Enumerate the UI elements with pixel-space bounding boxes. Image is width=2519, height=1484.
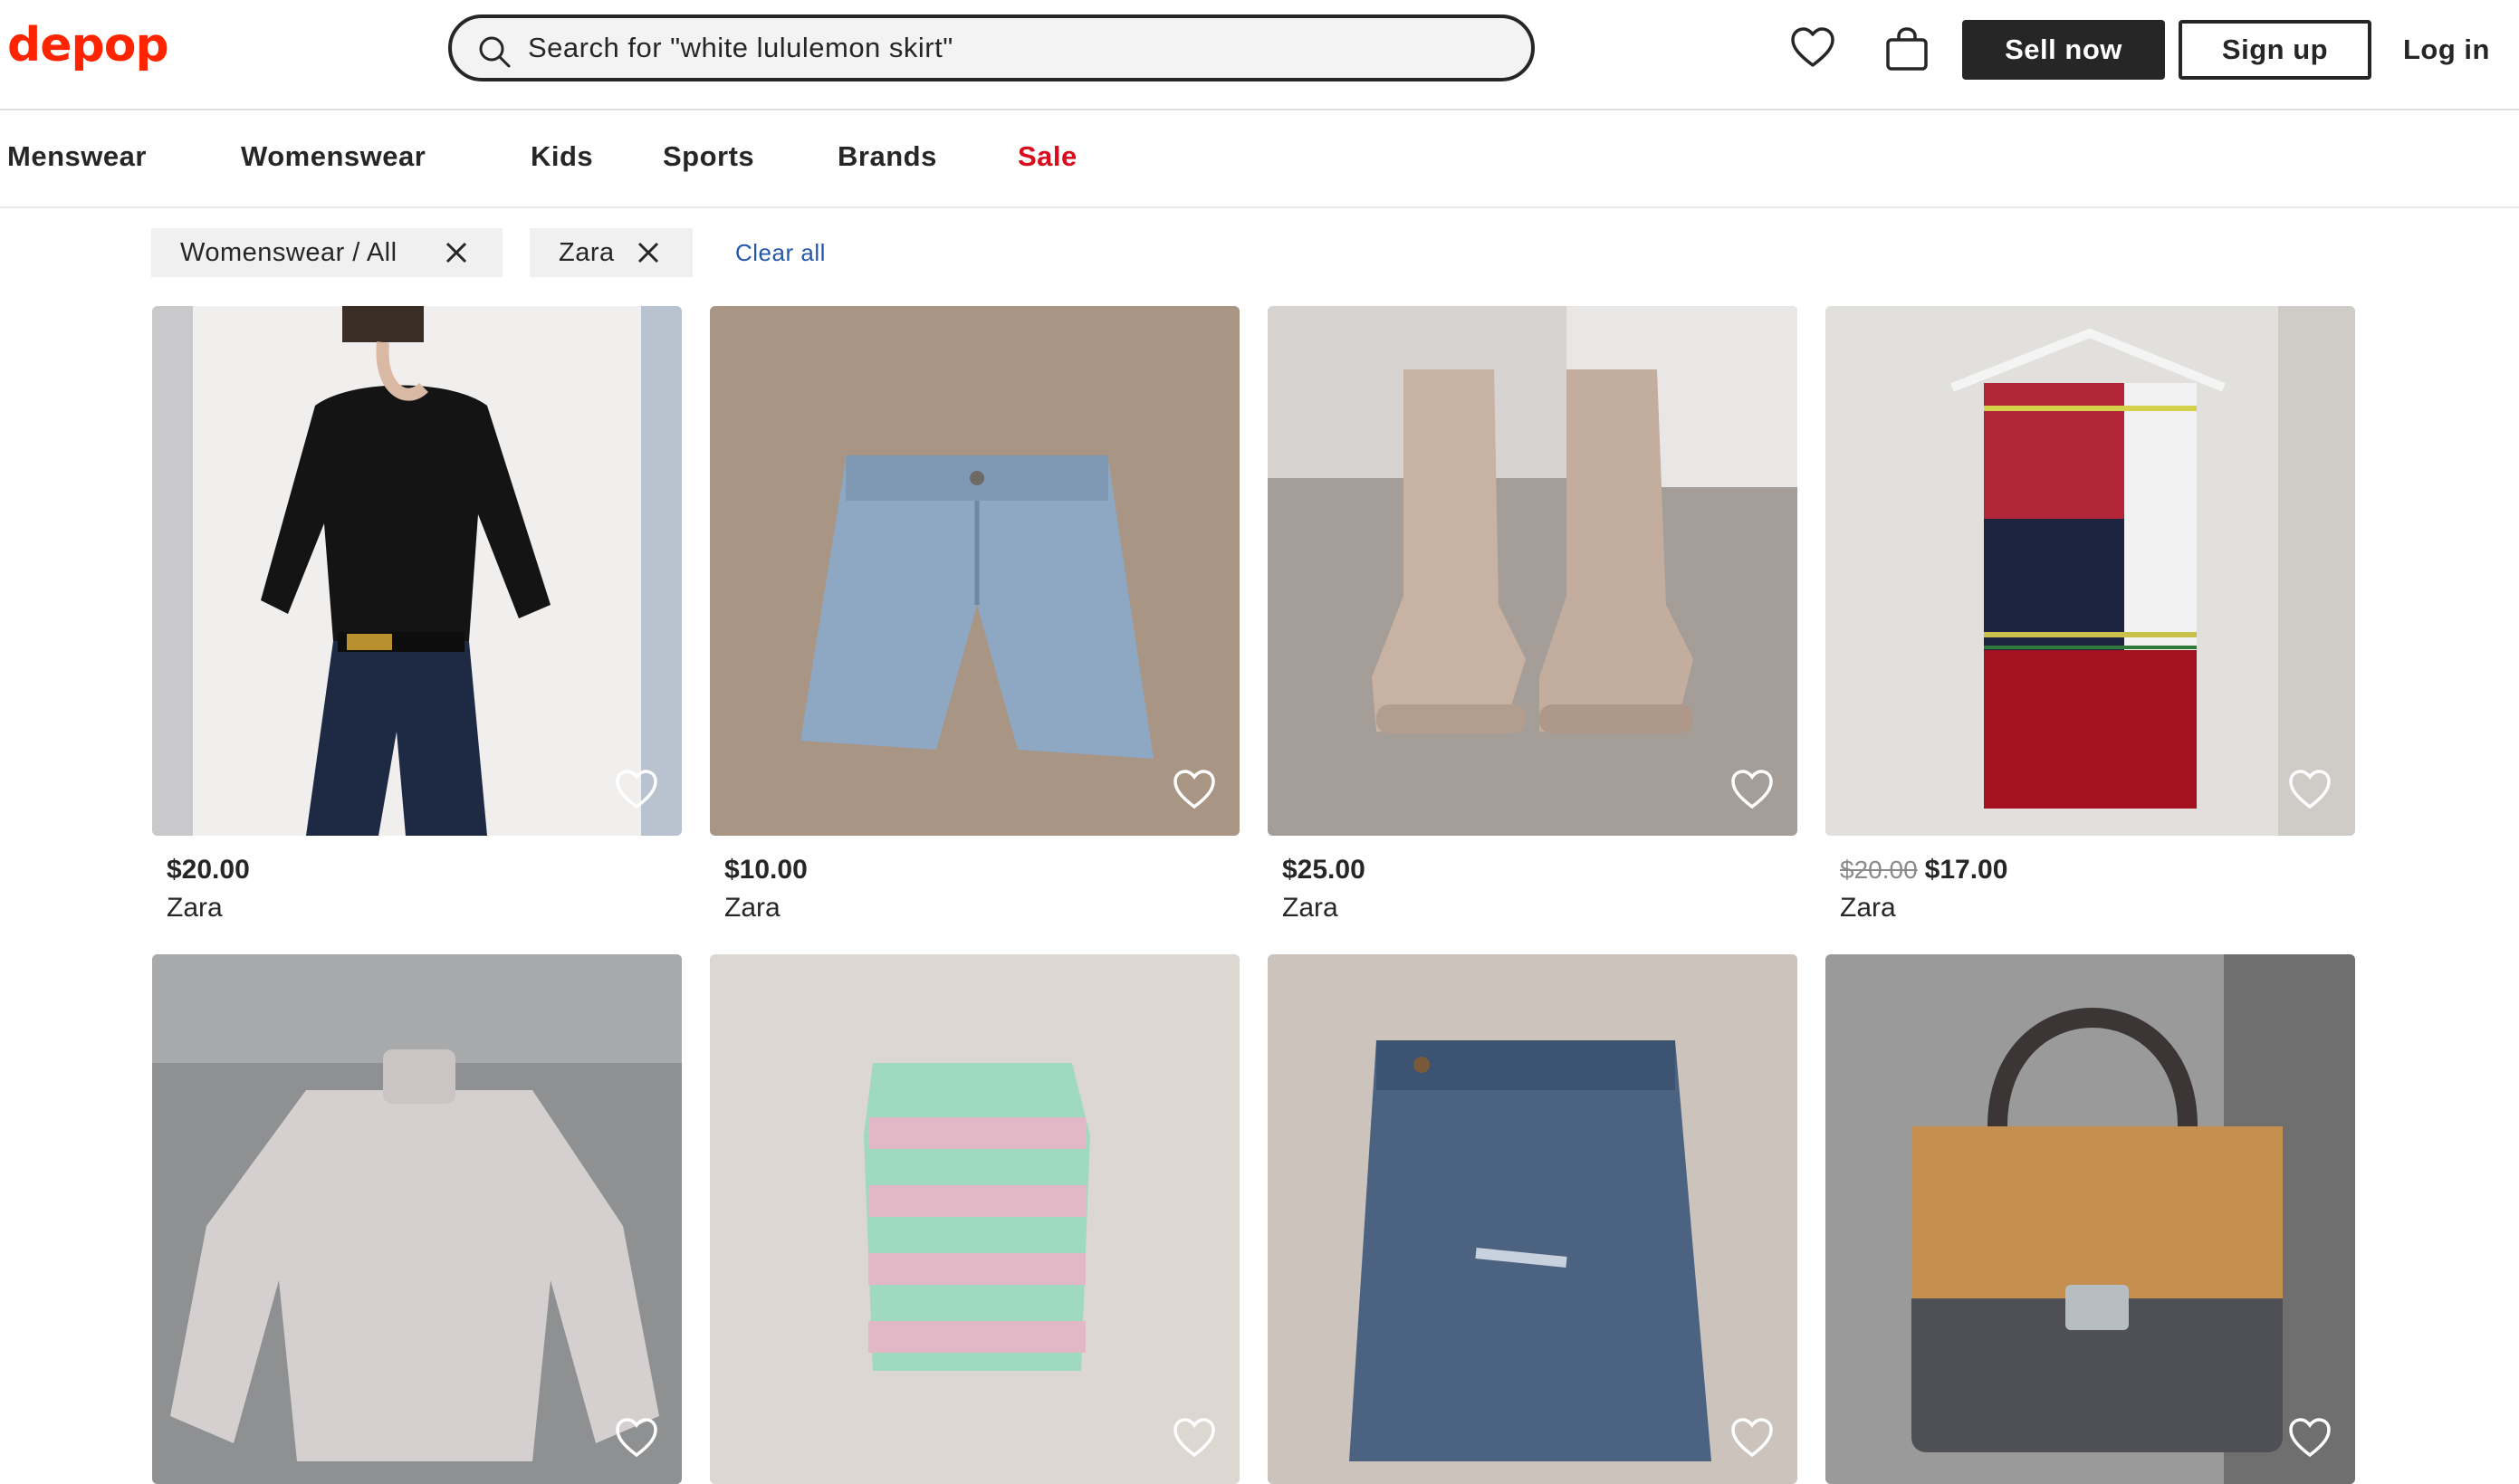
sale-price: $17.00 xyxy=(1924,855,2008,885)
close-icon[interactable] xyxy=(443,239,470,266)
clear-all-link[interactable]: Clear all xyxy=(735,239,826,267)
heart-icon[interactable] xyxy=(1172,1416,1217,1461)
heart-icon[interactable] xyxy=(2287,1416,2332,1461)
close-icon[interactable] xyxy=(635,239,662,266)
brand-name: Zara xyxy=(1282,893,1338,923)
sign-up-button[interactable]: Sign up xyxy=(2179,20,2371,80)
product-photo xyxy=(710,306,1240,836)
product-photo xyxy=(1268,954,1797,1484)
depop-logo[interactable]: depop xyxy=(7,18,169,72)
filter-chip-womenswear[interactable]: Womenswear / All xyxy=(151,228,503,277)
heart-icon[interactable] xyxy=(1172,768,1217,813)
nav-brands[interactable]: Brands xyxy=(838,140,937,173)
nav-menswear[interactable]: Menswear xyxy=(7,140,147,173)
heart-icon[interactable] xyxy=(614,768,659,813)
price: $25.00 xyxy=(1282,855,1365,885)
filter-chip-label: Zara xyxy=(559,237,615,267)
heart-icon[interactable] xyxy=(1729,1416,1775,1461)
nav-sports[interactable]: Sports xyxy=(663,140,754,173)
log-in-button[interactable]: Log in xyxy=(2383,20,2510,80)
brand-name: Zara xyxy=(724,893,781,923)
nav-kids[interactable]: Kids xyxy=(531,140,593,173)
top-header: depop Sell now Sign up Log in xyxy=(0,0,2519,110)
product-photo xyxy=(1825,306,2355,836)
price: $20.00 xyxy=(167,855,250,885)
price: $10.00 xyxy=(724,855,808,885)
original-price: $20.00 xyxy=(1840,856,1918,884)
heart-icon[interactable] xyxy=(1789,25,1836,72)
heart-icon[interactable] xyxy=(1729,768,1775,813)
sell-now-button[interactable]: Sell now xyxy=(1962,20,2165,80)
filter-chip-label: Womenswear / All xyxy=(180,237,397,267)
product-photo xyxy=(152,954,682,1484)
nav-womenswear[interactable]: Womenswear xyxy=(241,140,426,173)
bag-icon[interactable] xyxy=(1883,25,1930,72)
search-bar[interactable] xyxy=(448,14,1535,81)
nav-sale[interactable]: Sale xyxy=(1018,140,1078,173)
brand-name: Zara xyxy=(167,893,223,923)
product-photo xyxy=(710,954,1240,1484)
product-photo xyxy=(1825,954,2355,1484)
product-photo xyxy=(1268,306,1797,836)
product-photo xyxy=(152,306,682,836)
product-image-skirt[interactable] xyxy=(1268,954,1797,1484)
product-image-bag[interactable] xyxy=(1825,954,2355,1484)
brand-name: Zara xyxy=(1840,893,1896,923)
product-image-shorts[interactable] xyxy=(710,306,1240,836)
search-icon xyxy=(479,36,511,68)
product-image-top[interactable] xyxy=(152,306,682,836)
product-image-scarf[interactable] xyxy=(1825,306,2355,836)
category-nav: Menswear Womenswear Kids Sports Brands S… xyxy=(0,110,2519,208)
product-image-boots[interactable] xyxy=(1268,306,1797,836)
heart-icon[interactable] xyxy=(2287,768,2332,813)
price: $20.00 $17.00 xyxy=(1840,855,2007,886)
search-input[interactable] xyxy=(528,18,1506,78)
product-image-vest[interactable] xyxy=(710,954,1240,1484)
product-image-sweater[interactable] xyxy=(152,954,682,1484)
filter-chip-zara[interactable]: Zara xyxy=(530,228,693,277)
heart-icon[interactable] xyxy=(614,1416,659,1461)
